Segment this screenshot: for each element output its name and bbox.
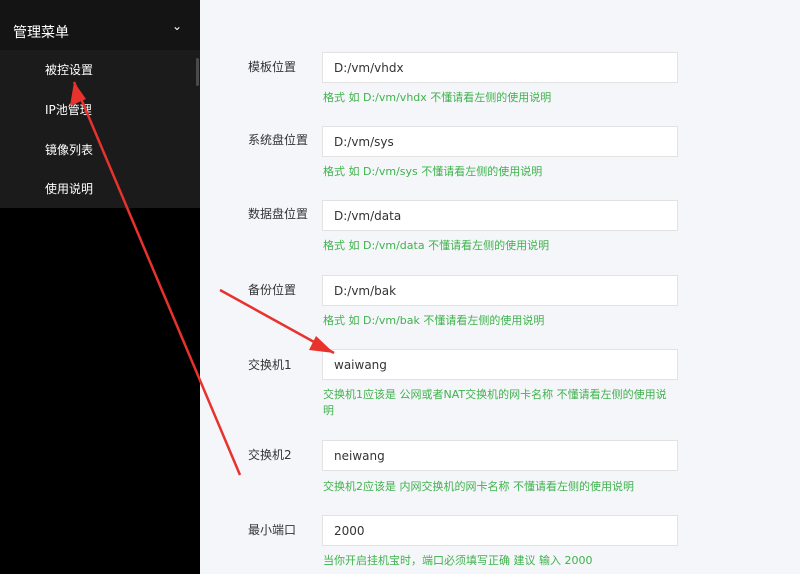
arrowhead-switch1: [309, 336, 334, 353]
arrow-to-settings-menu: [72, 81, 242, 476]
annotation-arrows: [70, 81, 335, 476]
